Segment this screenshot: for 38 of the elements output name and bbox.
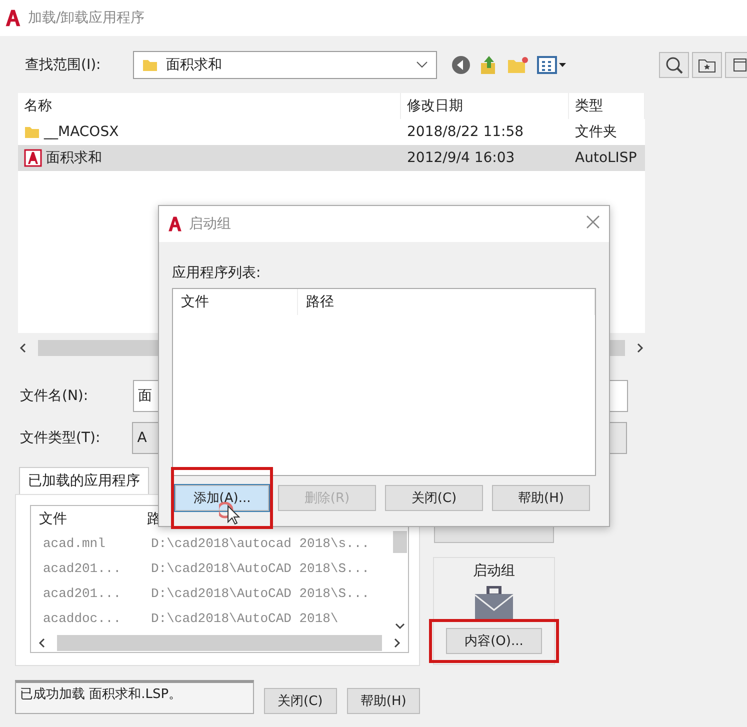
- column-header[interactable]: 类型: [569, 93, 645, 119]
- modified-date: 2018/8/22 11:58: [406, 124, 525, 140]
- file-type-label: 文件类型(T):: [20, 429, 100, 447]
- path-cell-text: D:\cad2018\AutoCAD 2018\S...: [150, 586, 370, 601]
- column-header[interactable]: 文件: [31, 510, 139, 528]
- modified-date: 2012/9/4 16:03: [406, 150, 516, 166]
- dialog-button[interactable]: 关闭(C): [385, 485, 483, 511]
- dialog-button[interactable]: 关闭(C): [264, 688, 337, 714]
- content-button[interactable]: 内容(O)...: [446, 628, 542, 654]
- file-name: __MACOSX: [18, 124, 401, 140]
- file-row[interactable]: 面积求和 2012/9/4 16:03 AutoLISP: [18, 145, 645, 171]
- window-title: 加载/卸载应用程序: [28, 9, 145, 27]
- list-label: 应用程序列表:: [172, 264, 262, 282]
- look-in-dropdown[interactable]: 面积求和: [132, 51, 437, 79]
- column-header[interactable]: 文件: [173, 289, 298, 315]
- file-cell-text: acaddoc...: [42, 611, 122, 626]
- look-in-label: 查找范围(I):: [25, 56, 101, 74]
- column-header[interactable]: 名称: [18, 93, 401, 119]
- dialog-button[interactable]: 帮助(H): [346, 688, 420, 714]
- file-cell-text: acad201...: [42, 586, 122, 601]
- loaded-apps-tab[interactable]: 已加载的应用程序: [19, 467, 149, 494]
- group-label: 启动组: [473, 562, 515, 580]
- status-message: 已成功加载 面积求和.LSP。: [15, 680, 254, 714]
- file-type: AutoLISP: [574, 150, 638, 166]
- column-header[interactable]: 修改日期: [401, 93, 569, 119]
- file-type: 文件夹: [574, 123, 618, 141]
- dialog-button[interactable]: 添加(A)...: [175, 485, 269, 511]
- file-row[interactable]: __MACOSX 2018/8/22 11:58 文件夹: [18, 119, 645, 145]
- file-cell-text: acad201...: [42, 561, 122, 576]
- dialog-button[interactable]: 帮助(H): [492, 485, 590, 511]
- dialog-title: 启动组: [189, 215, 231, 233]
- file-name: 面积求和: [18, 149, 401, 167]
- column-header[interactable]: 路径: [298, 289, 595, 315]
- file-cell-text: acad.mnl: [42, 536, 106, 551]
- path-cell-text: D:\cad2018\AutoCAD 2018\S...: [150, 561, 370, 576]
- path-cell-text: D:\cad2018\AutoCAD 2018\: [150, 611, 340, 626]
- file-name-label: 文件名(N):: [20, 387, 88, 405]
- path-cell-text: D:\cad2018\autocad 2018\s...: [150, 536, 370, 551]
